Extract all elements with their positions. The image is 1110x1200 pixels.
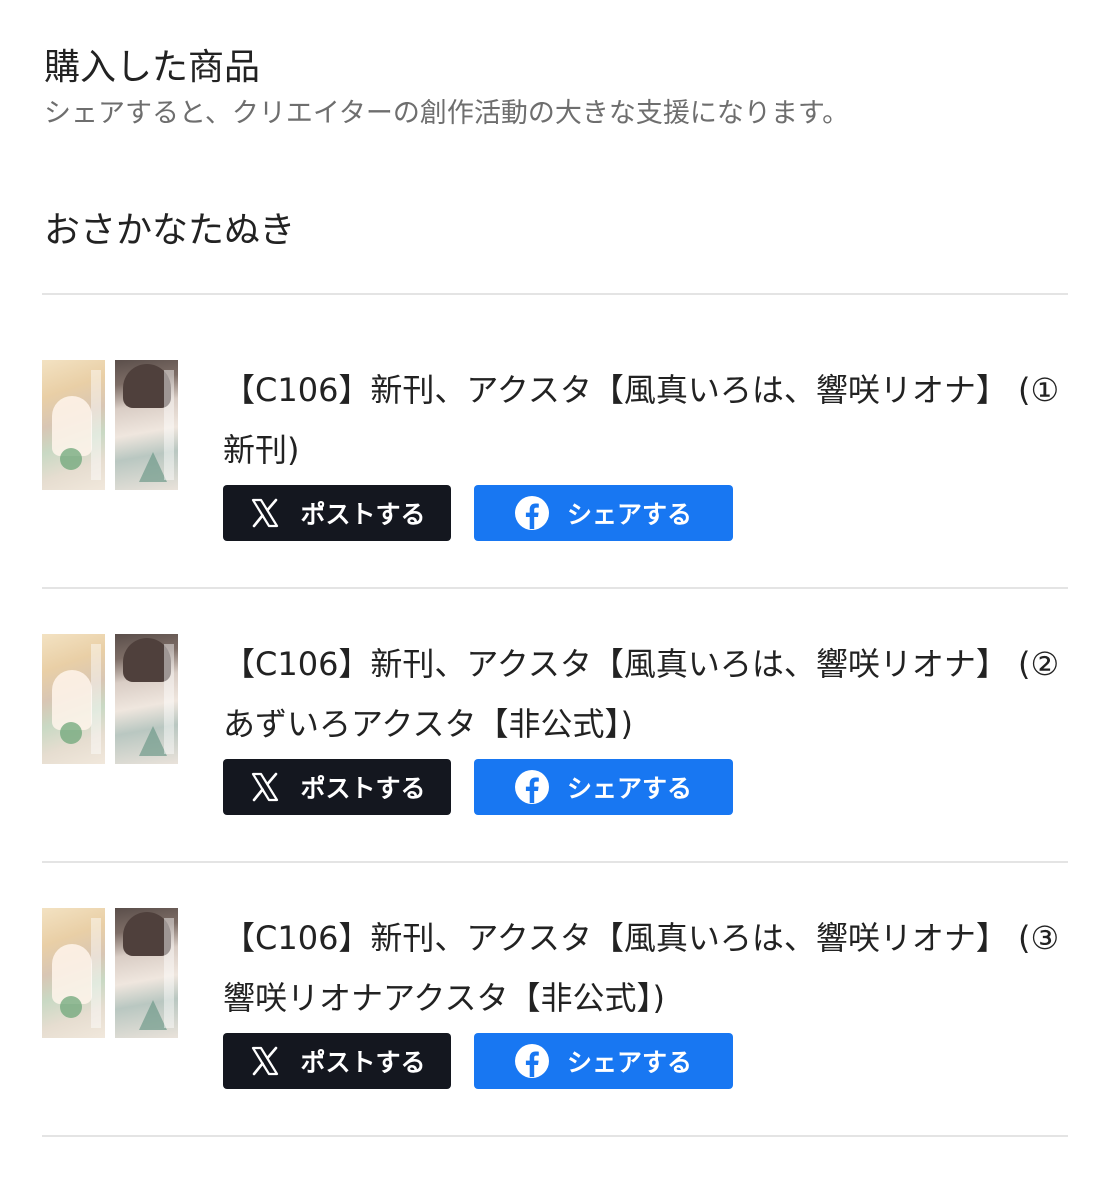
cover-image-back [115,908,178,1038]
cover-image-front [42,360,105,490]
product-title[interactable]: 【C106】新刊、アクスタ【風真いろは、響咲リオナ】 (①新刊) [223,360,1068,480]
cover-image-back [115,634,178,764]
purchased-item: 【C106】新刊、アクスタ【風真いろは、響咲リオナ】 (①新刊) ポストする シ… [42,360,1068,590]
share-to-facebook-button[interactable]: シェアする [474,1033,733,1089]
product-title[interactable]: 【C106】新刊、アクスタ【風真いろは、響咲リオナ】 (②あずいろアクスタ【非公… [223,634,1068,754]
post-to-x-button[interactable]: ポストする [223,485,451,541]
share-to-facebook-button[interactable]: シェアする [474,485,733,541]
product-thumbnail[interactable] [42,908,178,1038]
facebook-icon [514,770,549,804]
share-button-label: シェアする [566,774,692,803]
post-button-label: ポストする [300,1048,426,1077]
post-button-label: ポストする [300,500,426,529]
facebook-icon [514,1044,549,1078]
page-title: 購入した商品 [44,47,261,88]
divider [42,861,1068,863]
cover-image-back [115,360,178,490]
facebook-icon [514,496,549,530]
post-to-x-button[interactable]: ポストする [223,759,451,815]
cover-image-front [42,634,105,764]
cover-image-front [42,908,105,1038]
share-button-label: シェアする [566,500,692,529]
purchased-item: 【C106】新刊、アクスタ【風真いろは、響咲リオナ】 (②あずいろアクスタ【非公… [42,634,1068,864]
product-thumbnail[interactable] [42,360,178,490]
divider [42,293,1068,295]
x-logo-icon [248,496,282,530]
purchased-items-page: 購入した商品 シェアすると、クリエイターの創作活動の大きな支援になります。 おさ… [0,0,1110,1200]
product-thumbnail[interactable] [42,634,178,764]
divider [42,587,1068,589]
product-title[interactable]: 【C106】新刊、アクスタ【風真いろは、響咲リオナ】 (③響咲リオナアクスタ【非… [223,908,1068,1028]
page-header: 購入した商品 シェアすると、クリエイターの創作活動の大きな支援になります。 [44,44,1074,134]
page-subtitle: シェアすると、クリエイターの創作活動の大きな支援になります。 [44,98,850,129]
share-button-label: シェアする [566,1048,692,1077]
x-logo-icon [248,1044,282,1078]
creator-name[interactable]: おさかなたぬき [44,205,295,257]
post-button-label: ポストする [300,774,426,803]
x-logo-icon [248,770,282,804]
share-to-facebook-button[interactable]: シェアする [474,759,733,815]
divider [42,1135,1068,1137]
post-to-x-button[interactable]: ポストする [223,1033,451,1089]
purchased-item: 【C106】新刊、アクスタ【風真いろは、響咲リオナ】 (③響咲リオナアクスタ【非… [42,908,1068,1138]
